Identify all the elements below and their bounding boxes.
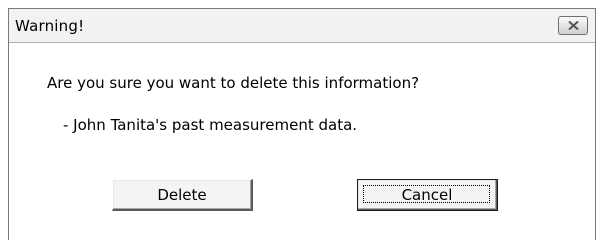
close-icon [568, 21, 579, 30]
dialog-titlebar[interactable]: Warning! [9, 9, 595, 43]
delete-button[interactable]: Delete [112, 179, 253, 211]
confirmation-message: Are you sure you want to delete this inf… [47, 74, 420, 92]
cancel-button[interactable]: Cancel [357, 179, 498, 211]
item-detail-text: - John Tanita's past measurement data. [63, 116, 358, 134]
dialog-title: Warning! [15, 17, 85, 35]
delete-button-label: Delete [157, 186, 207, 204]
close-button[interactable] [558, 16, 588, 35]
warning-dialog: Warning! Are you sure you want to delete… [8, 8, 596, 240]
cancel-button-label: Cancel [401, 186, 453, 204]
